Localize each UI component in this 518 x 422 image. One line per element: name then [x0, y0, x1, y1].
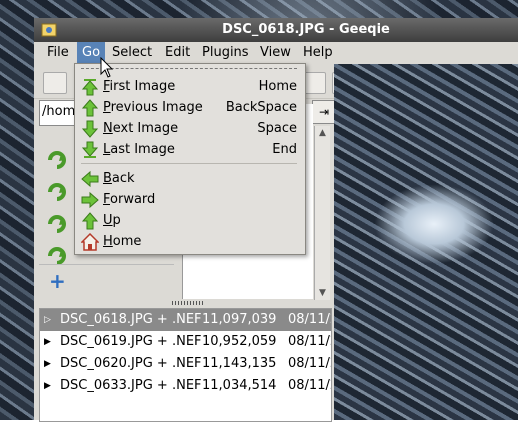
window-title: DSC_0618.JPG - Geeqie: [222, 22, 390, 37]
mouse-cursor-icon: [100, 57, 114, 78]
file-date: 08/11/2: [288, 356, 331, 371]
menu-item-accel: Home: [258, 79, 297, 94]
file-date: 08/11/2: [288, 378, 331, 393]
scroll-down-icon[interactable]: ▼: [315, 286, 330, 300]
file-row[interactable]: ▷ DSC_0618.JPG + .NEF 11,097,039 08/11/2: [40, 309, 331, 331]
menu-help[interactable]: Help: [298, 42, 338, 64]
title-bar[interactable]: DSC_0618.JPG - Geeqie: [34, 18, 518, 42]
file-row[interactable]: ▶ DSC_0619.JPG + .NEF 10,952,059 08/11/2: [40, 331, 331, 353]
expand-icon[interactable]: ▶: [44, 331, 51, 353]
last-image-icon: [81, 141, 99, 158]
file-size: 11,143,135: [202, 356, 277, 371]
up-icon: [81, 212, 99, 230]
menu-item-previous-image[interactable]: Previous Image BackSpace: [75, 97, 305, 118]
menu-item-label: p: [112, 213, 121, 228]
vertical-scrollbar[interactable]: ▲ ▼: [314, 126, 330, 300]
file-name: DSC_0633.JPG + .NEF: [60, 378, 202, 393]
menu-item-first-image[interactable]: First Image Home: [75, 76, 305, 97]
menu-item-mnemonic: P: [103, 100, 111, 115]
forward-arrow-icon[interactable]: [47, 246, 67, 266]
menu-item-accel: End: [272, 142, 297, 157]
menu-item-label: ack: [111, 171, 135, 186]
menu-file[interactable]: File: [42, 42, 74, 64]
menu-item-mnemonic: F: [103, 192, 111, 207]
back-icon: [81, 170, 99, 188]
menu-item-next-image[interactable]: Next Image Space: [75, 118, 305, 139]
menu-item-mnemonic: U: [103, 213, 113, 228]
menu-item-label: orward: [110, 192, 156, 207]
menu-select[interactable]: Select: [107, 42, 157, 64]
pane-splitter[interactable]: [34, 300, 334, 306]
menu-item-mnemonic: H: [103, 234, 113, 249]
file-name: DSC_0619.JPG + .NEF: [60, 334, 202, 349]
menu-view[interactable]: View: [255, 42, 296, 64]
menu-item-label: ast Image: [110, 142, 175, 157]
add-bookmark-area: +: [39, 264, 174, 299]
file-size: 11,097,039: [202, 312, 277, 327]
path-go-button[interactable]: ⇥: [312, 100, 336, 124]
menu-plugins[interactable]: Plugins: [197, 42, 254, 64]
file-size: 10,952,059: [202, 334, 277, 349]
menu-item-up[interactable]: Up: [75, 210, 305, 231]
expand-icon[interactable]: ▶: [44, 375, 51, 397]
expand-icon[interactable]: ▶: [44, 353, 51, 375]
menu-item-label: irst Image: [109, 79, 176, 94]
splitter-grip[interactable]: [172, 301, 204, 305]
menu-separator: [81, 163, 297, 164]
first-image-icon: [81, 79, 99, 96]
file-name: DSC_0618.JPG + .NEF: [60, 312, 202, 327]
next-image-icon: [81, 120, 99, 138]
file-name: DSC_0620.JPG + .NEF: [60, 356, 202, 371]
previous-image-icon: [81, 99, 99, 117]
forward-arrow-icon[interactable]: [47, 214, 67, 234]
forward-icon: [81, 191, 99, 209]
file-row[interactable]: ▶ DSC_0633.JPG + .NEF 11,034,514 08/11/2: [40, 375, 331, 397]
menu-item-home[interactable]: Home: [75, 231, 305, 252]
menu-item-forward[interactable]: Forward: [75, 189, 305, 210]
menu-item-label: ext Image: [112, 121, 179, 136]
expand-icon[interactable]: ▷: [44, 309, 51, 331]
thumbnails-button[interactable]: [43, 72, 67, 94]
menu-item-mnemonic: N: [103, 121, 113, 136]
go-menu-dropdown: First Image Home Previous Image BackSpac…: [74, 63, 306, 255]
forward-arrow-icon[interactable]: [47, 182, 67, 202]
forward-arrow-icon[interactable]: [47, 150, 67, 170]
home-icon: [81, 233, 99, 251]
menu-item-last-image[interactable]: Last Image End: [75, 139, 305, 160]
menu-item-mnemonic: B: [103, 171, 112, 186]
file-list: ▷ DSC_0618.JPG + .NEF 11,097,039 08/11/2…: [39, 308, 332, 422]
menu-item-accel: Space: [257, 121, 297, 136]
scroll-up-icon[interactable]: ▲: [315, 126, 330, 140]
menu-item-label: revious Image: [110, 100, 203, 115]
menu-edit[interactable]: Edit: [160, 42, 195, 64]
image-highlight: [374, 184, 494, 264]
file-date: 08/11/2: [288, 312, 331, 327]
file-date: 08/11/2: [288, 334, 331, 349]
file-row[interactable]: ▶ DSC_0620.JPG + .NEF 11,143,135 08/11/2: [40, 353, 331, 375]
menu-item-back[interactable]: Back: [75, 168, 305, 189]
menu-item-label: ome: [112, 234, 142, 249]
add-icon[interactable]: +: [49, 269, 66, 293]
image-view[interactable]: [334, 64, 518, 420]
file-size: 11,034,514: [202, 378, 277, 393]
menu-item-accel: BackSpace: [225, 100, 297, 115]
